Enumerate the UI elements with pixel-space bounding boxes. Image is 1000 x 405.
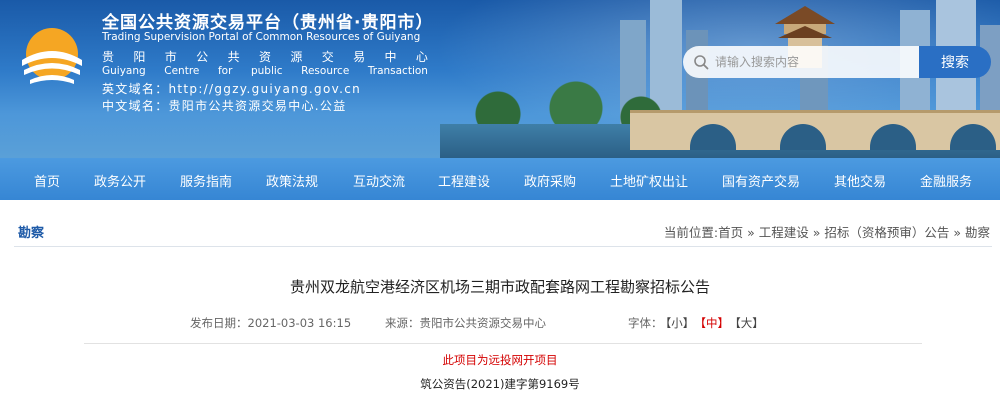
search-icon	[694, 55, 709, 70]
font-size-small-link[interactable]: 【小】	[666, 316, 695, 330]
section-title: 勘察	[18, 226, 45, 241]
centre-cn-char: 市	[164, 50, 177, 64]
publish-date: 发布日期：2021-03-03 16:15	[190, 315, 351, 331]
bridge-arch	[870, 124, 916, 150]
font-size-medium-link[interactable]: 【中】	[700, 316, 729, 330]
centre-en-word: Guiyang	[102, 65, 146, 77]
publish-date-value: 2021-03-03 16:15	[247, 316, 352, 330]
bridge-arch	[950, 124, 996, 150]
site-title: 全国公共资源交易平台（贵州省·贵阳市）	[102, 13, 434, 33]
project-notice: 此项目为远投网开项目	[442, 353, 558, 367]
font-size-switcher: 字体： 【小】 【中】 【大】	[628, 315, 767, 331]
site-header-banner: 全国公共资源交易平台（贵州省·贵阳市） Trading Supervision …	[0, 0, 1000, 158]
main-navigation: 首页 政务公开 服务指南 政策法规 互动交流 工程建设 政府采购 土地矿权出让 …	[0, 158, 1000, 200]
nav-item-government-procurement[interactable]: 政府采购	[524, 171, 576, 190]
nav-item-other-trading[interactable]: 其他交易	[834, 171, 886, 190]
nav-item-service-guide[interactable]: 服务指南	[180, 171, 232, 190]
centre-en-word: Resource	[301, 65, 350, 77]
centre-cn-char: 贵	[102, 50, 115, 64]
font-size-label: 字体：	[628, 316, 663, 330]
chinese-domain: 中文域名：贵阳市公共资源交易中心.公益	[102, 99, 347, 113]
centre-en-word: Transaction	[367, 65, 428, 77]
font-size-large-link[interactable]: 【大】	[735, 316, 764, 330]
centre-name-chinese: 贵 阳 市 公 共 资 源 交 易 中 心	[102, 48, 428, 65]
search-button[interactable]: 搜索	[919, 46, 991, 78]
breadcrumb-engineering[interactable]: 工程建设	[759, 225, 809, 240]
sunrise-logo-icon[interactable]	[16, 20, 88, 92]
nav-item-government-affairs[interactable]: 政务公开	[94, 171, 146, 190]
centre-cn-char: 源	[290, 50, 303, 64]
nav-item-land-mining-rights[interactable]: 土地矿权出让	[610, 171, 688, 190]
breadcrumb: 当前位置:首页 » 工程建设 » 招标（资格预审）公告 » 勘察	[664, 222, 990, 241]
centre-name-english: Guiyang Centre for public Resource Trans…	[102, 65, 428, 77]
centre-cn-char: 资	[258, 50, 271, 64]
source-value: 贵阳市公共资源交易中心	[419, 316, 547, 330]
centre-cn-char: 中	[384, 50, 397, 64]
centre-cn-char: 阳	[133, 50, 146, 64]
article-source: 来源：贵阳市公共资源交易中心	[385, 315, 546, 331]
breadcrumb-prefix: 当前位置:	[663, 225, 719, 240]
article-divider	[84, 343, 922, 344]
centre-cn-char: 易	[353, 50, 366, 64]
article-title: 贵州双龙航空港经济区机场三期市政配套路网工程勘察招标公告	[289, 278, 710, 296]
nav-item-policies[interactable]: 政策法规	[266, 171, 318, 190]
breadcrumb-tender-notice[interactable]: 招标（资格预审）公告	[824, 225, 949, 240]
stone-bridge-illustration	[630, 110, 1000, 150]
breadcrumb-separator: »	[743, 225, 759, 240]
bridge-arch	[690, 124, 736, 150]
section-header: 勘察 当前位置:首页 » 工程建设 » 招标（资格预审）公告 » 勘察	[14, 213, 992, 247]
bridge-arch	[780, 124, 826, 150]
centre-en-word: public	[250, 65, 283, 77]
centre-en-word: for	[217, 65, 233, 77]
centre-cn-char: 共	[227, 50, 240, 64]
search-input[interactable]	[715, 55, 905, 69]
publish-date-label: 发布日期：	[190, 316, 248, 330]
english-domain: 英文域名：http://ggzy.guiyang.gov.cn	[102, 82, 361, 96]
centre-cn-char: 心	[415, 50, 428, 64]
document-number: 筑公资告(2021)建字第9169号	[420, 377, 580, 391]
nav-item-engineering[interactable]: 工程建设	[438, 171, 490, 190]
nav-item-financial-services[interactable]: 金融服务	[920, 171, 972, 190]
breadcrumb-survey[interactable]: 勘察	[965, 225, 990, 240]
breadcrumb-separator: »	[808, 225, 825, 240]
site-subtitle: Trading Supervision Portal of Common Res…	[102, 31, 421, 43]
search-box	[683, 46, 919, 78]
centre-cn-char: 交	[321, 50, 334, 64]
nav-item-home[interactable]: 首页	[34, 171, 60, 190]
breadcrumb-home[interactable]: 首页	[718, 225, 743, 240]
nav-item-interaction[interactable]: 互动交流	[353, 171, 405, 190]
centre-cn-char: 公	[196, 50, 209, 64]
centre-en-word: Centre	[164, 65, 200, 77]
breadcrumb-separator: »	[949, 225, 965, 240]
nav-item-state-assets[interactable]: 国有资产交易	[722, 171, 800, 190]
source-label: 来源：	[385, 316, 420, 330]
